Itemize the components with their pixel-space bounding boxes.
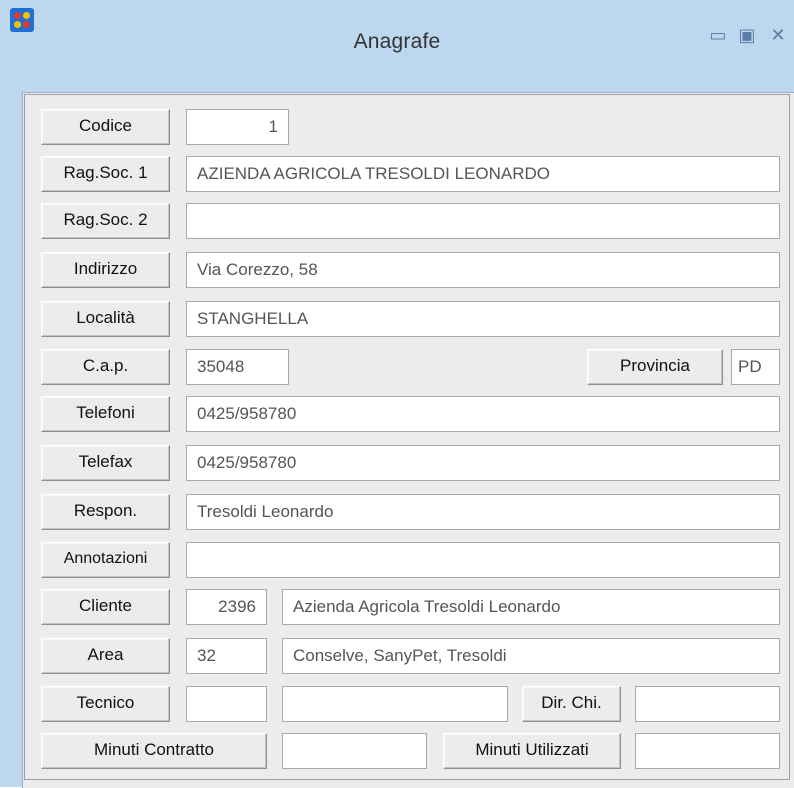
telefax-label: Telefax	[41, 445, 170, 481]
respon-label: Respon.	[41, 494, 170, 530]
annotazioni-field[interactable]	[186, 542, 780, 578]
tecnico-code-field[interactable]	[186, 686, 267, 722]
cliente-name-field[interactable]	[282, 589, 780, 625]
cap-label: C.a.p.	[41, 349, 170, 385]
codice-label: Codice	[41, 109, 170, 145]
cap-field[interactable]	[186, 349, 289, 385]
telefoni-field[interactable]	[186, 396, 780, 432]
form-frame	[24, 94, 790, 780]
minimize-icon[interactable]: ▭	[706, 24, 730, 46]
minuti-contratto-label: Minuti Contratto	[41, 733, 267, 769]
provincia-label: Provincia	[587, 349, 723, 385]
localita-label: Località	[41, 301, 170, 337]
area-name-field[interactable]	[282, 638, 780, 674]
app-logo-icon[interactable]	[10, 8, 34, 32]
close-icon[interactable]: ✕	[766, 24, 790, 46]
area-label: Area	[41, 638, 170, 674]
window-title: Anagrafe	[353, 30, 441, 53]
minuti-utilizzati-field[interactable]	[635, 733, 780, 769]
annotazioni-label: Annotazioni	[41, 542, 170, 578]
indirizzo-field[interactable]	[186, 252, 780, 288]
telefax-field[interactable]	[186, 445, 780, 481]
tecnico-label: Tecnico	[41, 686, 170, 722]
dirchi-label: Dir. Chi.	[522, 686, 621, 722]
telefoni-label: Telefoni	[41, 396, 170, 432]
tecnico-name-field[interactable]	[282, 686, 508, 722]
title-bar[interactable]: Anagrafe ▭ ▣ ✕	[0, 0, 794, 90]
ragsoc1-field[interactable]	[186, 156, 780, 192]
area-code-field[interactable]	[186, 638, 267, 674]
indirizzo-label: Indirizzo	[41, 252, 170, 288]
cliente-code-field[interactable]	[186, 589, 267, 625]
maximize-icon[interactable]: ▣	[735, 24, 759, 46]
localita-field[interactable]	[186, 301, 780, 337]
provincia-field[interactable]	[731, 349, 780, 385]
ragsoc2-label: Rag.Soc. 2	[41, 203, 170, 239]
minuti-utilizzati-label: Minuti Utilizzati	[443, 733, 621, 769]
ragsoc2-field[interactable]	[186, 203, 780, 239]
codice-field[interactable]	[186, 109, 289, 145]
anagrafe-window: Anagrafe ▭ ▣ ✕ Codice Rag.Soc. 1 Rag.Soc…	[0, 0, 794, 788]
minuti-contratto-field[interactable]	[282, 733, 427, 769]
cliente-label: Cliente	[41, 589, 170, 625]
respon-field[interactable]	[186, 494, 780, 530]
dirchi-field[interactable]	[635, 686, 780, 722]
ragsoc1-label: Rag.Soc. 1	[41, 156, 170, 192]
